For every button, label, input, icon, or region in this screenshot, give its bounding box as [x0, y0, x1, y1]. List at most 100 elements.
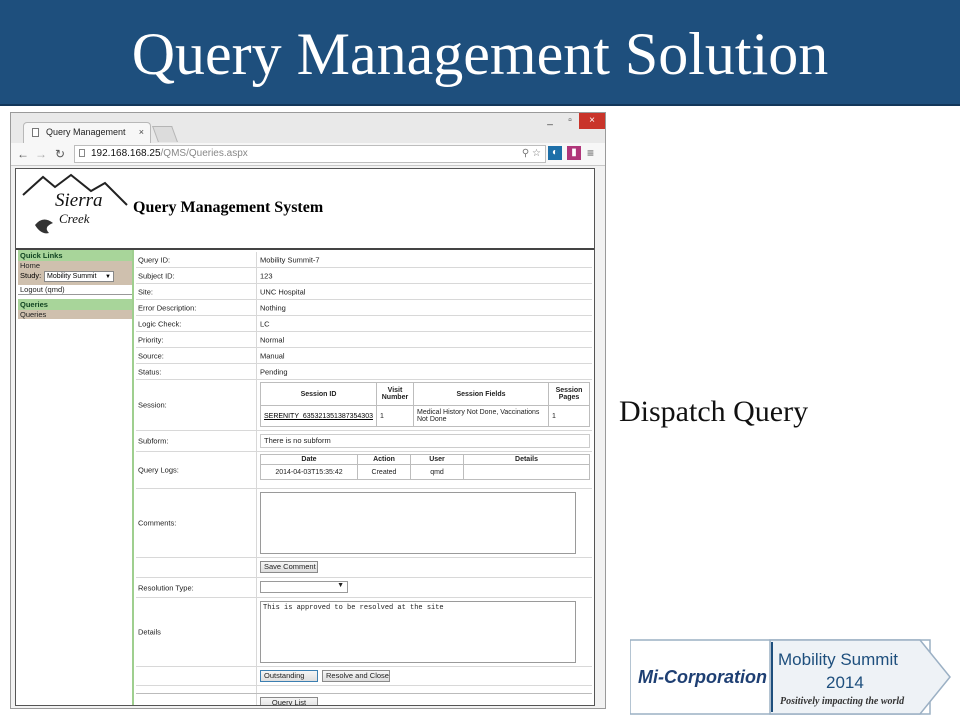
subject-id-label: Subject ID:	[138, 271, 175, 280]
subform-value: There is no subform	[260, 434, 590, 448]
extension-icon[interactable]: ◐	[548, 146, 562, 160]
sidebar-item-logout[interactable]: Logout (qmd)	[18, 285, 132, 295]
field-row: Site: UNC Hospital	[136, 284, 592, 300]
url-host: 192.168.168.25	[91, 148, 161, 159]
resolve-and-close-button[interactable]: Resolve and Close	[322, 670, 390, 682]
visit-number: 1	[375, 405, 414, 427]
mobility-summit-logo: Mi-Corporation Mobility Summit 2014 Posi…	[630, 639, 951, 715]
tab-close-icon[interactable]: ×	[139, 123, 144, 142]
close-window-button[interactable]: ×	[579, 113, 605, 129]
query-detail: Query ID: Mobility Summit-7 Subject ID: …	[136, 252, 592, 705]
query-list-button[interactable]: Query List	[260, 697, 318, 705]
field-row: Error Description: Nothing	[136, 300, 592, 316]
error-description-label: Error Description:	[138, 303, 197, 312]
logic-check-value: LC	[260, 319, 270, 328]
session-id-link[interactable]: SERENITY_635321351387354303	[260, 405, 377, 427]
query-logs-label: Query Logs:	[138, 465, 179, 475]
logs-table: Date Action User Details 2014-04-03T15:3…	[260, 454, 590, 480]
field-row: Status: Pending	[136, 364, 592, 380]
logs-table-header: User	[410, 454, 464, 465]
page-header: Sierra Creek Query Management System	[16, 169, 594, 250]
resolution-type-select[interactable]: ▼	[260, 581, 348, 593]
minimize-button[interactable]: _	[541, 113, 559, 129]
error-description-value: Nothing	[260, 303, 286, 312]
page-title: Query Management System	[133, 199, 324, 216]
log-user: qmd	[410, 464, 464, 480]
comments-label: Comments:	[138, 518, 177, 528]
field-row: Priority: Normal	[136, 332, 592, 348]
priority-value: Normal	[260, 335, 285, 344]
logo-text-sierra: Sierra	[55, 190, 103, 211]
bookmark-star-icon[interactable]: ⚲ ☆	[522, 146, 541, 162]
details-label: Details	[138, 627, 161, 637]
source-label: Source:	[138, 351, 164, 360]
new-tab-button[interactable]	[152, 126, 178, 142]
study-row: Study: Mobility Summit ▼	[18, 270, 132, 285]
query-list-row: Query List	[136, 694, 592, 705]
study-select[interactable]: Mobility Summit ▼	[44, 271, 114, 282]
details-textarea[interactable]: This is approved to be resolved at the s…	[260, 601, 576, 663]
spacer-row	[136, 686, 592, 694]
queries-header: Queries	[18, 299, 132, 310]
page-icon	[32, 128, 39, 137]
browser-toolbar: ← → ↻ 192.168.168.25/QMS/Queries.aspx ⚲ …	[11, 143, 605, 166]
field-row: Source: Manual	[136, 348, 592, 364]
menu-icon[interactable]: ≡	[587, 144, 594, 162]
browser-tab[interactable]: Query Management ×	[23, 122, 151, 143]
sierra-creek-logo: Sierra Creek	[22, 173, 128, 234]
extension-icon-2[interactable]: ▮	[567, 146, 581, 160]
maximize-button[interactable]: ▫	[561, 113, 579, 129]
field-row: Subject ID: 123	[136, 268, 592, 284]
log-details	[463, 464, 590, 480]
session-id[interactable]: SERENITY_635321351387354303	[264, 413, 373, 420]
address-bar[interactable]: 192.168.168.25/QMS/Queries.aspx ⚲ ☆	[74, 145, 546, 163]
query-id-label: Query ID:	[138, 255, 171, 264]
browser-window: Query Management × _ ▫ × ← → ↻ 192.168.1…	[10, 112, 606, 709]
logs-table-header: Date	[260, 454, 358, 465]
session-table: Session ID Visit Number Session Fields S…	[260, 382, 590, 427]
log-date: 2014-04-03T15:35:42	[260, 464, 358, 480]
logs-table-header: Details	[463, 454, 590, 465]
site-value: UNC Hospital	[260, 287, 306, 296]
field-row: Query ID: Mobility Summit-7	[136, 252, 592, 268]
query-id-value: Mobility Summit-7	[260, 255, 320, 264]
field-row: Logic Check: LC	[136, 316, 592, 332]
status-label: Status:	[138, 367, 162, 376]
chevron-down-icon: ▼	[337, 582, 344, 589]
comments-row: Comments:	[136, 489, 592, 558]
session-fields: Medical History Not Done, Vaccinations N…	[412, 405, 550, 427]
forward-arrow-icon[interactable]: →	[35, 145, 47, 163]
slide-header: Query Management Solution	[0, 0, 960, 106]
tab-title: Query Management	[46, 127, 126, 137]
browser-titlebar: Query Management × _ ▫ ×	[11, 113, 605, 143]
outstanding-button[interactable]: Outstanding	[260, 670, 318, 682]
back-arrow-icon[interactable]: ←	[17, 145, 29, 163]
query-logs-row: Query Logs: Date Action User Details 201…	[136, 452, 592, 489]
logs-table-header: Action	[357, 454, 411, 465]
study-selected-value: Mobility Summit	[47, 273, 97, 280]
save-comment-row: Save Comment	[136, 558, 592, 578]
study-label: Study:	[20, 271, 42, 280]
priority-label: Priority:	[138, 335, 164, 344]
sidebar-item-queries[interactable]: Queries	[18, 310, 132, 319]
comments-textarea[interactable]	[260, 492, 576, 554]
action-buttons-row: Outstanding Resolve and Close	[136, 667, 592, 686]
chevron-down-icon: ▼	[105, 274, 111, 280]
web-page: Sierra Creek Query Management System Qui…	[15, 168, 595, 706]
site-label: Site:	[138, 287, 154, 296]
details-row: Details This is approved to be resolved …	[136, 598, 592, 667]
slide-title: Query Management Solution	[131, 21, 829, 87]
session-table-header: Session ID	[260, 382, 377, 406]
url-path: /QMS/Queries.aspx	[160, 148, 248, 159]
reload-icon[interactable]: ↻	[55, 145, 65, 163]
save-comment-button[interactable]: Save Comment	[260, 561, 318, 573]
status-value: Pending	[260, 367, 288, 376]
sidebar-item-home[interactable]: Home	[18, 261, 132, 270]
log-action: Created	[357, 464, 411, 480]
sponsor-event: Mobility Summit	[778, 650, 898, 669]
resolution-type-label: Resolution Type:	[138, 583, 194, 592]
page-icon	[79, 149, 85, 157]
logo-text-creek: Creek	[59, 211, 90, 226]
session-row: Session: Session ID Visit Number Session…	[136, 380, 592, 431]
subject-id-value: 123	[260, 271, 273, 280]
